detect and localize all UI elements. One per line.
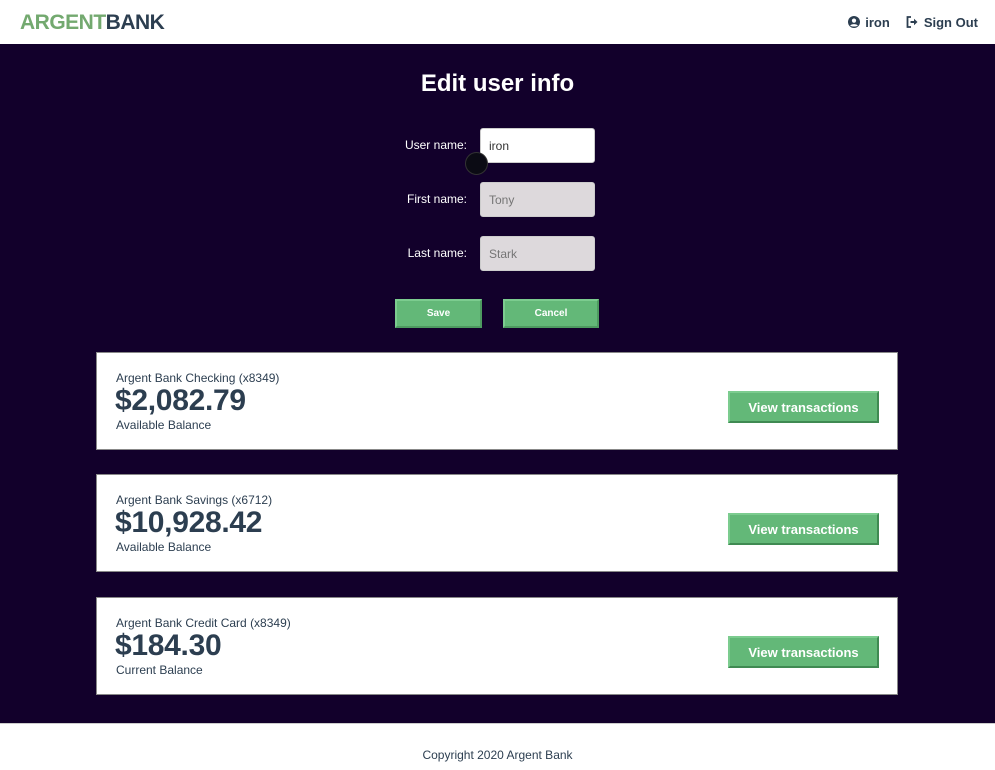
account-savings: Argent Bank Savings (x6712) $10,928.42 A… (96, 474, 898, 572)
user-circle-icon (848, 16, 861, 28)
lastname-row: Last name: (0, 236, 995, 271)
firstname-row: First name: (0, 182, 995, 217)
username-row: User name: (0, 128, 995, 163)
firstname-label: First name: (406, 192, 467, 206)
account-amount-description: Available Balance (116, 540, 212, 554)
account-title: Argent Bank Checking (x8349) (116, 371, 280, 385)
main-content: Edit user info User name: First name: La… (0, 44, 995, 723)
view-transactions-button[interactable]: View transactions (728, 391, 879, 423)
account-amount-description: Available Balance (116, 418, 212, 432)
top-nav: ARGENT BANK iron Sign Out (0, 0, 995, 44)
account-title: Argent Bank Savings (x6712) (116, 493, 273, 507)
view-transactions-button[interactable]: View transactions (728, 513, 879, 545)
page-title: Edit user info (420, 70, 575, 97)
user-profile-link[interactable]: iron (848, 15, 890, 30)
cursor-indicator (465, 152, 488, 175)
footer: Copyright 2020 Argent Bank (0, 723, 995, 770)
view-transactions-button[interactable]: View transactions (728, 636, 879, 668)
logo-text-argent: ARGENT (20, 10, 106, 34)
logo[interactable]: ARGENT BANK (20, 10, 165, 34)
username-label: User name: (404, 138, 467, 152)
lastname-input (480, 236, 595, 271)
sign-out-link[interactable]: Sign Out (906, 15, 978, 30)
username-input[interactable] (480, 128, 595, 163)
sign-out-label: Sign Out (923, 14, 978, 30)
user-name-label: iron (865, 14, 890, 30)
lastname-label: Last name: (407, 246, 467, 260)
account-amount-description: Current Balance (116, 663, 203, 677)
account-checking: Argent Bank Checking (x8349) $2,082.79 A… (96, 352, 898, 450)
cancel-button[interactable]: Cancel (503, 299, 599, 328)
account-amount: $2,082.79 (115, 384, 246, 417)
sign-out-icon (906, 16, 918, 28)
nav-actions: iron Sign Out (848, 15, 978, 30)
account-amount: $184.30 (115, 629, 222, 662)
save-button[interactable]: Save (395, 299, 482, 328)
account-amount: $10,928.42 (115, 506, 263, 539)
copyright-text: Copyright 2020 Argent Bank (422, 748, 573, 762)
firstname-input (480, 182, 595, 217)
account-title: Argent Bank Credit Card (x8349) (116, 616, 291, 630)
logo-text-bank: BANK (105, 10, 165, 34)
account-credit-card: Argent Bank Credit Card (x8349) $184.30 … (96, 597, 898, 695)
